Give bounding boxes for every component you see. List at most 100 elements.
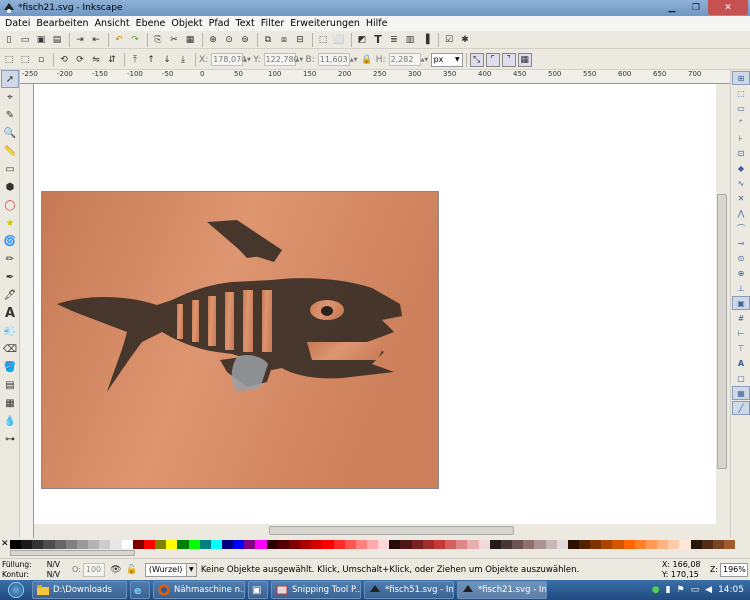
redo-icon[interactable]: ↷ (128, 33, 142, 47)
snap-intersections-icon[interactable]: ✕ (732, 191, 750, 205)
paint-bucket-tool-icon[interactable]: 🪣 (1, 358, 19, 376)
menu-pfad[interactable]: Pfad (206, 18, 233, 29)
color-swatch[interactable] (65, 540, 77, 549)
export-icon[interactable]: ⇤ (89, 33, 103, 47)
horizontal-scrollbar[interactable] (34, 524, 716, 538)
snap-bbox-midpoint-icon[interactable]: ⊦ (732, 131, 750, 145)
snap-rotation-center-icon[interactable]: ⊕ (732, 266, 750, 280)
lower-icon[interactable]: ↓ (160, 53, 174, 67)
color-swatch[interactable] (21, 540, 33, 549)
lock-ratio-icon[interactable]: 🔒 (360, 53, 374, 67)
snap-guide-icon[interactable]: ⊢ (732, 326, 750, 340)
menu-ansicht[interactable]: Ansicht (92, 18, 133, 29)
text-font-icon[interactable]: T (371, 33, 385, 47)
color-swatch[interactable] (456, 540, 468, 549)
color-swatch[interactable] (311, 540, 323, 549)
palette-scrollbar[interactable] (10, 550, 135, 556)
menu-hilfe[interactable]: Hilfe (363, 18, 391, 29)
color-swatch[interactable] (433, 540, 446, 549)
color-swatch[interactable] (411, 540, 423, 549)
horizontal-scroll-thumb[interactable] (269, 526, 514, 535)
color-swatch[interactable] (634, 540, 646, 549)
xml-editor-icon[interactable]: ▥ (403, 33, 417, 47)
measure-tool-icon[interactable]: 📏 (1, 142, 19, 160)
color-swatch[interactable] (367, 540, 379, 549)
color-swatch[interactable] (567, 540, 579, 549)
color-swatch[interactable] (10, 540, 22, 549)
gradient-tool-icon[interactable]: ▤ (1, 376, 19, 394)
task-app[interactable]: ▣ (248, 581, 268, 599)
snap-page-icon[interactable]: ▣ (732, 296, 750, 310)
tray-app-icon[interactable]: ● (652, 585, 660, 595)
spray-tool-icon[interactable]: 💨 (1, 322, 19, 340)
ungroup-icon[interactable]: ⬜ (332, 33, 346, 47)
color-swatch[interactable] (88, 540, 100, 549)
snap-nodes-icon[interactable]: ◆ (732, 161, 750, 175)
color-swatch[interactable] (601, 540, 613, 549)
color-swatch[interactable] (500, 540, 513, 549)
import-icon[interactable]: ⇥ (73, 33, 87, 47)
menu-ebene[interactable]: Ebene (133, 18, 169, 29)
scale-stroke-icon[interactable]: ⤡ (469, 52, 484, 67)
snap-grid-icon[interactable]: # (732, 311, 750, 325)
fill-stroke-icon[interactable]: ◩ (355, 33, 369, 47)
lower-to-bottom-icon[interactable]: ⤓ (176, 53, 190, 67)
align-distribute-icon[interactable]: ▐ (419, 33, 433, 47)
snap-smooth-icon[interactable]: ⌒ (732, 221, 750, 235)
chevron-down-icon[interactable]: ▼ (186, 562, 197, 577)
ellipse-tool-icon[interactable]: ◯ (1, 196, 19, 214)
spiral-tool-icon[interactable]: 🌀 (1, 232, 19, 250)
move-patterns-icon[interactable]: ▦ (517, 52, 532, 67)
snap-text-baseline-icon[interactable]: ⊥ (732, 281, 750, 295)
color-swatch[interactable] (121, 540, 133, 549)
menu-bearbeiten[interactable]: Bearbeiten (33, 18, 91, 29)
select-all-layers-icon[interactable]: ⬚ (18, 53, 32, 67)
color-swatch[interactable] (300, 540, 312, 549)
snap-text-icon[interactable]: A (732, 356, 750, 370)
snap-bbox-icon[interactable]: ⬚ (732, 86, 750, 100)
color-swatch[interactable] (590, 540, 602, 549)
snap-midpoints-icon[interactable]: ⊸ (732, 236, 750, 250)
rectangle-tool-icon[interactable]: ▭ (1, 160, 19, 178)
task-ie[interactable]: e (130, 581, 150, 599)
unlink-clone-icon[interactable]: ⊟ (293, 33, 307, 47)
color-swatch[interactable] (54, 540, 66, 549)
unit-select[interactable]: px ▼ (430, 52, 463, 67)
layer-visibility-icon[interactable]: 👁 (109, 563, 123, 577)
zoom-tool-icon[interactable]: 🔍 (1, 124, 19, 142)
node-tool-icon[interactable]: ⌖ (1, 88, 19, 106)
tweak-tool-icon[interactable]: ✎ (1, 106, 19, 124)
stroke-value[interactable]: N/V (47, 570, 60, 580)
color-swatch[interactable] (333, 540, 345, 549)
color-swatch[interactable] (355, 540, 367, 549)
color-swatch[interactable] (143, 540, 156, 549)
vertical-scrollbar[interactable] (716, 84, 728, 524)
zoom-selection-icon[interactable]: ⊕ (206, 33, 220, 47)
color-swatch[interactable] (445, 540, 457, 549)
zoom-page-icon[interactable]: ⊚ (238, 33, 252, 47)
raise-icon[interactable]: ↑ (144, 53, 158, 67)
selector-tool-icon[interactable]: ➚ (1, 70, 19, 88)
y-spinner[interactable]: ▲▼ (296, 53, 304, 66)
task-downloads[interactable]: D:\Downloads (32, 581, 127, 599)
color-swatch[interactable] (523, 540, 535, 549)
color-swatch[interactable] (712, 540, 724, 549)
box-3d-tool-icon[interactable]: ⬢ (1, 178, 19, 196)
color-swatch[interactable] (534, 540, 546, 549)
flip-horizontal-icon[interactable]: ⇋ (89, 53, 103, 67)
color-swatch[interactable] (322, 540, 334, 549)
copy-icon[interactable]: ⎘ (151, 33, 165, 47)
color-swatch[interactable] (422, 540, 434, 549)
x-spinner[interactable]: ▲▼ (243, 53, 251, 66)
task-snipping[interactable]: Snipping Tool P... (271, 581, 361, 599)
pencil-tool-icon[interactable]: ✏ (1, 250, 19, 268)
connector-tool-icon[interactable]: ⊶ (1, 430, 19, 448)
print-icon[interactable]: ▤ (50, 33, 64, 47)
x-input[interactable]: 178,074 (211, 53, 246, 66)
preferences-icon[interactable]: ✱ (458, 33, 472, 47)
scale-corners-icon[interactable]: ⌜ (485, 52, 500, 67)
star-tool-icon[interactable]: ★ (1, 214, 19, 232)
task-firefox[interactable]: Nähmaschine n... (153, 581, 245, 599)
width-input[interactable]: 11,603 (317, 53, 350, 66)
grid-icon[interactable]: ▦ (732, 386, 750, 400)
